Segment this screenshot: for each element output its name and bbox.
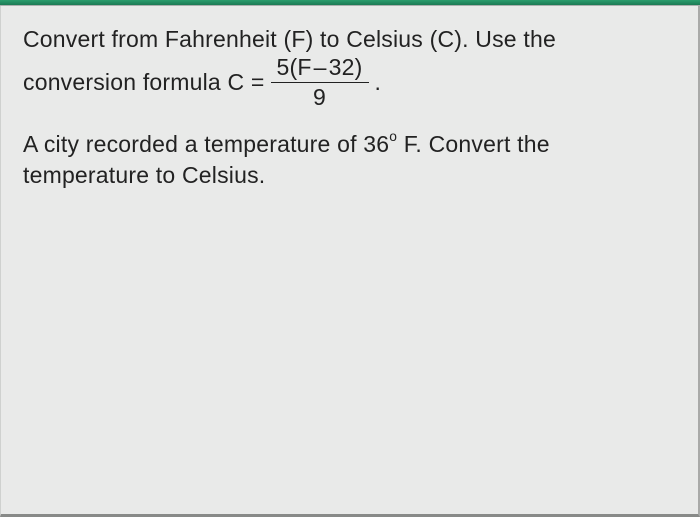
instruction-line-1: Convert from Fahrenheit (F) to Celsius (… — [23, 24, 676, 55]
formula-prefix: conversion formula C = — [23, 67, 265, 98]
numerator-minus: – — [312, 54, 329, 80]
numerator-right: 32) — [329, 54, 363, 80]
question-line-4: temperature to Celsius. — [23, 162, 265, 188]
question-paragraph: A city recorded a temperature of 36o F. … — [23, 129, 676, 191]
problem-text: Convert from Fahrenheit (F) to Celsius (… — [23, 24, 676, 191]
question-line-3a: A city recorded a temperature of 36 — [23, 131, 389, 157]
numerator-left: 5(F — [277, 54, 312, 80]
question-line-3b: F. Convert the — [397, 131, 550, 157]
degree-symbol: o — [389, 129, 397, 144]
formula-line: conversion formula C = 5(F–32) 9 . — [23, 55, 676, 111]
problem-page: Convert from Fahrenheit (F) to Celsius (… — [0, 6, 700, 517]
formula-suffix: . — [375, 67, 382, 98]
formula-fraction: 5(F–32) 9 — [271, 55, 369, 111]
fraction-denominator: 9 — [271, 82, 369, 110]
fraction-numerator: 5(F–32) — [271, 55, 369, 82]
